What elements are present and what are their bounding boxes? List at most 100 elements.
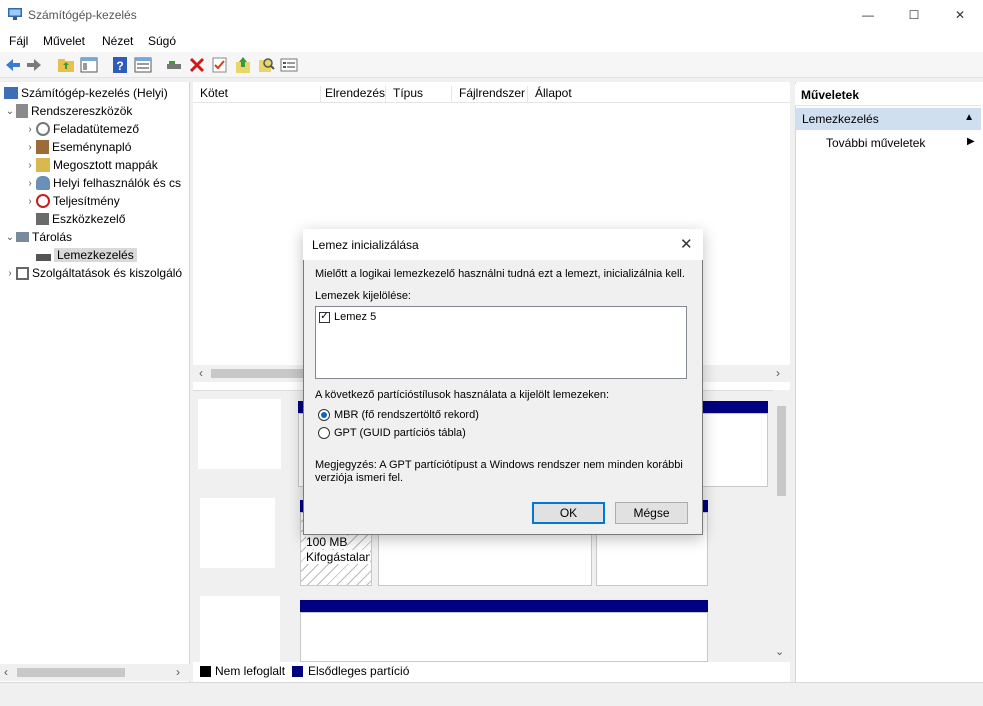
scroll-left-icon[interactable]: ‹ (199, 366, 203, 380)
menu-help[interactable]: Súgó (148, 34, 176, 48)
radio-mbr-label: MBR (fő rendszertöltő rekord) (334, 409, 479, 421)
minimize-button[interactable]: — (845, 0, 891, 30)
menu-action[interactable]: Művelet (43, 34, 85, 48)
disk-list[interactable]: ✓ Lemez 5 (315, 306, 687, 379)
import-icon[interactable] (234, 56, 252, 74)
scrollbar-thumb[interactable] (17, 668, 125, 677)
status-bar (0, 682, 983, 706)
collapse-arrow-icon[interactable]: › (24, 196, 36, 207)
dialog-title: Lemez inicializálása (312, 238, 419, 252)
tree-horizontal-scrollbar[interactable]: ‹ › (0, 664, 190, 681)
graph-vertical-scrollbar[interactable]: ⌄ (773, 390, 790, 662)
legend-unallocated: Nem lefoglalt (215, 664, 286, 678)
partition-box[interactable] (300, 612, 708, 662)
tree-item-label: Eseménynapló (52, 140, 132, 154)
tree-item-label: Rendszereszközök (31, 104, 133, 118)
menu-view[interactable]: Nézet (102, 34, 133, 48)
radio-unselected-icon[interactable] (318, 427, 330, 439)
tree-item-performance[interactable]: › Teljesítmény (24, 192, 120, 210)
collapse-arrow-icon[interactable]: › (24, 160, 36, 171)
collapse-arrow-icon[interactable]: › (24, 142, 36, 153)
computer-icon (4, 87, 18, 99)
disk-select-label: Lemezek kijelölése: (315, 290, 411, 302)
tree-item-system-tools[interactable]: ⌄ Rendszereszközök (4, 102, 132, 120)
scroll-left-icon[interactable]: ‹ (4, 665, 8, 679)
primary-swatch (292, 666, 303, 677)
column-header-filesystem[interactable]: Fájlrendszer (456, 86, 528, 102)
view-icon[interactable] (280, 56, 298, 74)
tree-item-storage[interactable]: ⌄ Tárolás (4, 228, 72, 246)
expand-arrow-icon[interactable]: ⌄ (4, 106, 16, 117)
disk-list-item[interactable]: ✓ Lemez 5 (319, 311, 376, 323)
radio-mbr[interactable]: MBR (fő rendszertöltő rekord) (318, 409, 479, 421)
column-header-status[interactable]: Állapot (532, 86, 612, 102)
tree-item-label: Megosztott mappák (53, 158, 158, 172)
radio-gpt[interactable]: GPT (GUID partíciós tábla) (318, 427, 466, 439)
tree-item-local-users[interactable]: › Helyi felhasználók és cs (24, 174, 181, 192)
tree-item-disk-management[interactable]: Lemezkezelés (36, 246, 137, 264)
tree-item-label: Tárolás (32, 230, 73, 244)
tree-item-event-viewer[interactable]: › Eseménynapló (24, 138, 131, 156)
tree-item-computer-management[interactable]: Számítógép-kezelés (Helyi) (4, 84, 168, 102)
connect-icon[interactable] (165, 56, 183, 74)
event-log-icon (36, 140, 49, 154)
delete-icon[interactable] (188, 56, 206, 74)
expand-arrow-icon[interactable]: ⌄ (4, 232, 16, 243)
actions-section-label: Lemezkezelés (802, 112, 879, 126)
tree-item-services[interactable]: › Szolgáltatások és kiszolgáló (4, 264, 182, 282)
ok-button[interactable]: OK (532, 502, 605, 524)
tree-item-task-scheduler[interactable]: › Feladatütemező (24, 120, 139, 138)
more-actions-link[interactable]: További műveletek (826, 136, 925, 150)
tree-item-label: Számítógép-kezelés (Helyi) (21, 86, 168, 100)
scrollbar-thumb[interactable] (777, 406, 786, 496)
shared-folder-icon (36, 158, 50, 172)
disk-label-box[interactable] (200, 596, 280, 662)
show-hide-tree-icon[interactable] (80, 56, 98, 74)
search-icon[interactable] (257, 56, 275, 74)
check-icon[interactable] (211, 56, 229, 74)
dialog-intro: Mielőtt a logikai lemezkezelő használni … (315, 268, 685, 280)
svg-text:?: ? (116, 59, 123, 73)
disk-item-label: Lemez 5 (334, 311, 377, 323)
partition-header (300, 600, 708, 612)
cancel-button[interactable]: Mégse (615, 502, 688, 524)
actions-panel (795, 82, 983, 682)
disk-icon (36, 253, 51, 261)
computer-management-icon (8, 8, 22, 20)
maximize-button[interactable]: ☐ (891, 0, 937, 30)
collapse-arrow-icon[interactable]: › (4, 268, 16, 279)
legend-primary: Elsődleges partíció (308, 664, 410, 678)
scroll-right-icon[interactable]: › (776, 366, 780, 380)
dialog-note-line1: Megjegyzés: A GPT partíciótípust a Windo… (315, 459, 683, 471)
disk-label-box[interactable] (198, 399, 281, 469)
column-header-layout[interactable]: Elrendezés (322, 86, 386, 102)
actions-section-disk-management[interactable]: Lemezkezelés ▲ (795, 108, 981, 130)
up-folder-icon[interactable] (57, 56, 75, 74)
tree-item-label: Szolgáltatások és kiszolgáló (32, 266, 183, 280)
dialog-close-icon[interactable]: ✕ (680, 235, 693, 253)
column-header-type[interactable]: Típus (390, 86, 452, 102)
storage-icon (16, 232, 29, 242)
tree-item-label: Teljesítmény (53, 194, 120, 208)
help-icon[interactable]: ? (111, 56, 129, 74)
scroll-down-icon[interactable]: ⌄ (775, 645, 784, 658)
properties-icon[interactable] (134, 56, 152, 74)
tree-item-device-manager[interactable]: Eszközkezelő (36, 210, 125, 228)
close-button[interactable]: ✕ (937, 0, 983, 30)
radio-selected-icon[interactable] (318, 409, 330, 421)
column-header-volume[interactable]: Kötet (197, 86, 321, 102)
disk-label-box[interactable] (200, 498, 275, 568)
submenu-arrow-icon: ▶ (967, 136, 975, 147)
checkbox-checked-icon[interactable]: ✓ (319, 311, 330, 323)
menu-file[interactable]: Fájl (9, 34, 28, 48)
users-icon (36, 176, 50, 190)
actions-header: Műveletek (795, 84, 981, 106)
back-icon[interactable] (4, 56, 22, 74)
collapse-arrow-icon[interactable]: › (24, 124, 36, 135)
scroll-right-icon[interactable]: › (176, 665, 180, 679)
collapse-up-icon[interactable]: ▲ (964, 112, 974, 123)
title-bar (0, 0, 983, 30)
forward-icon[interactable] (25, 56, 43, 74)
collapse-arrow-icon[interactable]: › (24, 178, 36, 189)
tree-item-shared-folders[interactable]: › Megosztott mappák (24, 156, 158, 174)
